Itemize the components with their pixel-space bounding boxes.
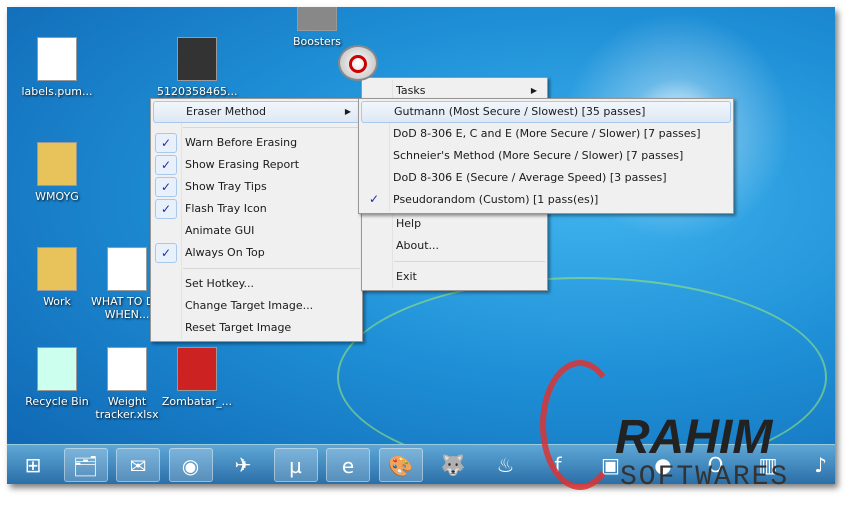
desktop-icon[interactable]: Boosters [277,7,357,48]
desktop-icon-label: Weight tracker.xlsx [95,395,159,421]
taskbar-steam[interactable]: ♨ [484,448,528,482]
taskbar-start-button[interactable]: ⊞ [11,448,55,482]
file-icon [297,7,337,31]
desktop-icon[interactable]: WMOYG [17,142,97,203]
utorrent-icon: µ [289,454,302,478]
eraser-method-option[interactable]: ✓ Pseudorandom (Custom) [1 pass(es)] [361,189,731,211]
desktop-icon[interactable]: 5120358465... [157,37,237,98]
desktop-icon-label: labels.pum... [21,85,93,98]
taskbar-outlook[interactable]: ✉ [116,448,160,482]
separator [183,268,360,269]
menu-item-help[interactable]: Help [364,213,545,235]
desktop-icon[interactable]: Work [17,247,97,308]
desktop-icon-label: 5120358465... [157,85,238,98]
menu-item-change-target-image[interactable]: Change Target Image... [153,295,360,317]
menu-label: Flash Tray Icon [185,202,267,215]
checkmark-icon: ✓ [155,177,177,197]
menu-item-exit[interactable]: Exit [364,266,545,288]
desktop-icon[interactable]: Weight tracker.xlsx [87,347,167,421]
taskbar-explorer[interactable]: 🗂 [63,448,108,482]
menu-label: Eraser Method [186,105,266,118]
file-icon [177,37,217,81]
taskbar-paint[interactable]: 🎨 [378,448,423,482]
menu-label: DoD 8-306 E, C and E (More Secure / Slow… [393,127,701,140]
taskbar-internet-explorer[interactable]: e [326,448,370,482]
chrome-icon: ◉ [181,454,200,478]
eraser-method-option[interactable]: DoD 8-306 E (Secure / Average Speed) [3 … [361,167,731,189]
separator [394,261,545,262]
taskbar-bird-app[interactable]: ✈ [221,448,265,482]
desktop-icon[interactable]: Zombatar_... [157,347,237,408]
menu-label: Gutmann (Most Secure / Slowest) [35 pass… [394,105,646,118]
desktop-icon-label: Boosters [292,35,342,48]
taskbar-utorrent[interactable]: µ [273,448,318,482]
menu-item-reset-target-image[interactable]: Reset Target Image [153,317,360,339]
menu-label: Warn Before Erasing [185,136,298,149]
gimp-icon: 🐺 [440,453,466,477]
checkmark-icon: ✓ [155,199,177,219]
watermark-rahim: RAHIM [615,411,773,464]
desktop-icon-label: Recycle Bin [25,395,89,408]
menu-label: Show Tray Tips [185,180,267,193]
file-icon [37,347,77,391]
desktop-icon-label: WMOYG [35,190,79,203]
menu-label: Tasks [396,84,426,97]
menu-item-set-hotkey[interactable]: Set Hotkey... [153,273,360,295]
eraser-tray-icon[interactable] [338,45,378,81]
file-icon [37,37,77,81]
eraser-method-submenu: Gutmann (Most Secure / Slowest) [35 pass… [358,98,734,214]
separator [183,127,360,128]
menu-item-option[interactable]: ✓ Show Erasing Report [153,154,360,176]
menu-item-option[interactable]: ✓ Show Tray Tips [153,176,360,198]
file-icon [107,247,147,291]
file-icon [37,247,77,291]
eraser-method-option[interactable]: DoD 8-306 E, C and E (More Secure / Slow… [361,123,731,145]
menu-item-option[interactable]: ✓ Flash Tray Icon [153,198,360,220]
explorer-icon: 🗂 [72,454,99,478]
desktop-icon-label: Work [43,295,71,308]
checkmark-icon: ✓ [155,243,177,263]
menu-item-option[interactable]: ✓ Always On Top [153,242,360,264]
file-icon [107,347,147,391]
menu-item-option[interactable]: ✓ Warn Before Erasing [153,132,360,154]
menu-label: Pseudorandom (Custom) [1 pass(es)] [393,193,599,206]
checkmark-icon: ✓ [368,192,380,206]
eraser-method-option[interactable]: Schneier's Method (More Secure / Slower)… [361,145,731,167]
internet-explorer-icon: e [341,454,355,478]
checkmark-icon: ✓ [155,155,177,175]
main-context-menu: Eraser Method ▶ ✓ Warn Before Erasing ✓ Show… [150,98,363,342]
taskbar-chrome[interactable]: ◉ [168,448,213,482]
checkmark-icon: ✓ [155,133,177,153]
bird-app-icon: ✈ [234,453,252,477]
desktop-icon-label: Zombatar_... [161,395,233,408]
menu-item-option[interactable]: Animate GUI [153,220,360,242]
menu-label: Show Erasing Report [185,158,300,171]
watermark-logo: RAHIM SOFTWARES [540,350,840,500]
watermark-softwares: SOFTWARES [620,462,790,493]
steam-icon: ♨ [496,453,515,477]
menu-label: Always On Top [185,246,265,259]
start-button-icon: ⊞ [24,453,42,477]
outlook-icon: ✉ [129,454,147,478]
submenu-arrow-icon: ▶ [344,107,351,116]
eraser-method-option[interactable]: Gutmann (Most Secure / Slowest) [35 pass… [361,101,731,123]
paint-icon: 🎨 [388,454,413,478]
menu-item-about[interactable]: About... [364,235,545,257]
desktop-icon[interactable]: labels.pum... [17,37,97,98]
taskbar-gimp[interactable]: 🐺 [431,448,475,482]
menu-label: Schneier's Method (More Secure / Slower)… [393,149,684,162]
menu-item-eraser-method[interactable]: Eraser Method ▶ [153,101,360,123]
menu-label: Animate GUI [185,224,255,237]
file-icon [37,142,77,186]
menu-label: DoD 8-306 E (Secure / Average Speed) [3 … [393,171,667,184]
file-icon [177,347,217,391]
desktop-icon[interactable]: Recycle Bin [17,347,97,408]
